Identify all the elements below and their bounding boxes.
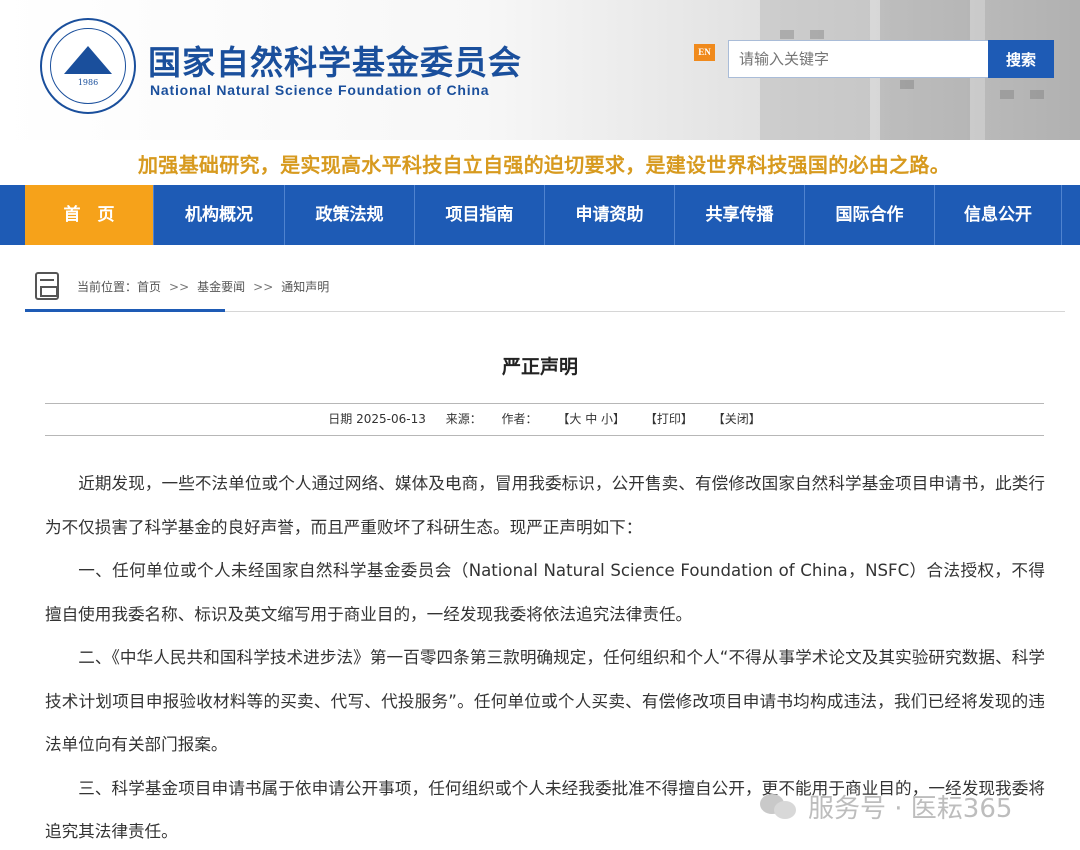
nsfc-logo[interactable]: 1986	[40, 18, 136, 114]
org-name-cn: 国家自然科学基金委员会	[148, 43, 522, 82]
breadcrumb: 当前位置：首页 >> 基金要闻 >> 通知声明	[25, 264, 1065, 312]
nav-item-about[interactable]: 机构概况	[154, 185, 285, 245]
site-header: 1986 国家自然科学基金委员会 National Natural Scienc…	[0, 0, 1080, 140]
article-source: 来源：	[445, 412, 482, 426]
article-paragraph: 二、《中华人民共和国科学技术进步法》第一百零四条第三款明确规定，任何组织和个人“…	[45, 648, 1045, 754]
building-window	[780, 30, 794, 39]
print-button[interactable]: 【打印】	[645, 412, 693, 426]
building-window	[1000, 90, 1014, 99]
article-meta: 日期 2025-06-13 来源： 作者： 【大 中 小】 【打印】 【关闭】	[45, 403, 1044, 436]
search-input[interactable]	[728, 40, 990, 78]
font-size-toggle[interactable]: 【大 中 小】	[557, 412, 625, 426]
breadcrumb-link-notices[interactable]: 通知声明	[281, 278, 329, 295]
breadcrumb-prefix: 当前位置：	[77, 280, 138, 294]
location-book-icon	[35, 272, 59, 300]
building-window	[1030, 90, 1044, 99]
article-date: 日期 2025-06-13	[328, 412, 426, 426]
breadcrumb-link-news[interactable]: 基金要闻	[197, 278, 245, 295]
nav-item-home[interactable]: 首 页	[25, 185, 154, 245]
close-button[interactable]: 【关闭】	[713, 412, 761, 426]
nav-item-international[interactable]: 国际合作	[805, 185, 935, 245]
slogan-text: 加强基础研究，是实现高水平科技自立自强的迫切要求，是建设世界科技强国的必由之路。	[138, 153, 950, 177]
english-switch-button[interactable]: EN	[694, 44, 715, 61]
wechat-watermark: 服务号 · 医耘365	[760, 786, 1050, 826]
nav-item-disclosure[interactable]: 信息公开	[935, 185, 1062, 245]
logo-mountain-icon	[64, 46, 112, 74]
nav-item-share[interactable]: 共享传播	[675, 185, 805, 245]
breadcrumb-separator: >>	[253, 280, 274, 294]
nav-item-apply[interactable]: 申请资助	[545, 185, 675, 245]
article-title: 严正声明	[501, 356, 578, 378]
building-window	[900, 80, 914, 89]
building-window	[810, 30, 824, 39]
breadcrumb-link-home[interactable]: 首页	[137, 278, 161, 295]
logo-year: 1986	[77, 78, 99, 87]
nav-item-policy[interactable]: 政策法规	[285, 185, 415, 245]
breadcrumb-accent-bar	[25, 309, 225, 312]
watermark-text: 服务号 · 医耘365	[808, 794, 1013, 824]
search-button[interactable]: 搜索	[988, 40, 1054, 78]
article-paragraph: 一、任何单位或个人未经国家自然科学基金委员会（National Natural …	[45, 561, 1045, 624]
breadcrumb-separator: >>	[169, 280, 190, 294]
nav-item-guide[interactable]: 项目指南	[415, 185, 545, 245]
wechat-bubble-small	[774, 801, 796, 819]
breadcrumb-text: 当前位置：首页 >> 基金要闻 >> 通知声明	[77, 278, 329, 295]
wechat-icon	[760, 792, 798, 820]
article-paragraph: 近期发现，一些不法单位或个人通过网络、媒体及电商，冒用我委标识，公开售卖、有偿修…	[45, 474, 1045, 537]
slogan-banner: 加强基础研究，是实现高水平科技自立自强的迫切要求，是建设世界科技强国的必由之路。	[0, 140, 1080, 185]
article-author: 作者：	[501, 412, 538, 426]
org-name-en: National Natural Science Foundation of C…	[150, 82, 490, 98]
main-nav: 首 页 机构概况 政策法规 项目指南 申请资助 共享传播 国际合作 信息公开	[0, 185, 1080, 245]
